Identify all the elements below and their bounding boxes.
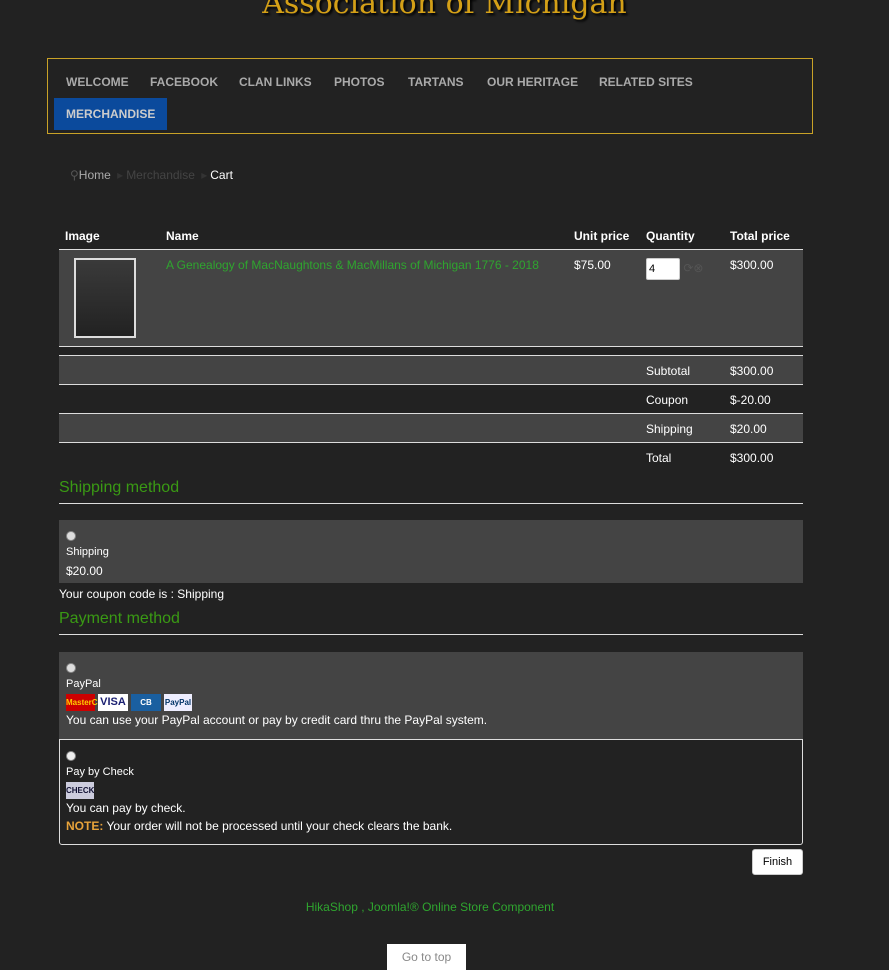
col-unit-price: Unit price <box>574 228 630 243</box>
nav-clan-links[interactable]: CLAN LINKS <box>239 75 312 89</box>
coupon-note: Your coupon code is : Shipping <box>59 587 225 601</box>
mastercard-icon: MasterCard <box>66 694 110 711</box>
coupon-row: Coupon $-20.00 <box>59 384 803 413</box>
cb-icon: CB <box>131 694 161 711</box>
col-total: Total price <box>730 228 790 243</box>
nav-welcome[interactable]: WELCOME <box>66 75 129 89</box>
shipping-radio[interactable] <box>66 531 76 541</box>
breadcrumb-merchandise[interactable]: Merchandise <box>126 168 195 182</box>
subtotal-row: Subtotal $300.00 <box>59 355 803 384</box>
remove-icon[interactable]: ⊗ <box>693 261 703 275</box>
label: Shipping <box>646 422 693 436</box>
payment-method-heading: Payment method <box>59 610 803 635</box>
shipping-row: Shipping $20.00 <box>59 413 803 442</box>
unit-price: $75.00 <box>574 258 611 272</box>
check-icon: CHECK <box>66 782 94 799</box>
go-to-top-button[interactable]: Go to top <box>387 944 466 970</box>
label: Total <box>646 451 672 465</box>
total-price: $300.00 <box>730 258 774 272</box>
shipping-label: Shipping <box>66 546 109 558</box>
footer-link[interactable]: HikaShop , Joomla!® Online Store Compone… <box>0 900 860 914</box>
col-name: Name <box>166 228 199 243</box>
refresh-icon[interactable]: ⟳ <box>683 261 693 275</box>
chevron-icon: ▸ <box>201 168 208 182</box>
finish-button[interactable]: Finish <box>752 849 803 875</box>
note-label: NOTE: <box>66 819 104 833</box>
product-image[interactable] <box>74 258 136 338</box>
paypal-label: PayPal <box>66 678 101 690</box>
col-quantity: Quantity <box>646 228 695 243</box>
nav-photos[interactable]: PHOTOS <box>334 75 384 89</box>
location-icon: ⚲ <box>70 168 79 182</box>
breadcrumb: ⚲Home ▸ Merchandise ▸ Cart <box>70 168 233 182</box>
col-image: Image <box>65 228 100 243</box>
nav-merchandise[interactable]: MERCHANDISE <box>54 98 168 130</box>
main-nav: WELCOME FACEBOOK CLAN LINKS PHOTOS TARTA… <box>47 58 813 134</box>
label: Coupon <box>646 393 689 407</box>
shipping-method-heading: Shipping method <box>59 479 803 504</box>
shipping-price: $20.00 <box>66 564 103 578</box>
visa-icon: VISA <box>98 694 128 711</box>
value: $20.00 <box>730 422 767 436</box>
product-link[interactable]: A Genealogy of MacNaughtons & MacMillans… <box>166 258 539 272</box>
table-row: A Genealogy of MacNaughtons & MacMillans… <box>59 249 803 347</box>
nav-tartans[interactable]: TARTANS <box>408 75 464 89</box>
value: $-20.00 <box>730 393 771 407</box>
payment-option-paypal[interactable]: PayPal MasterCardVISA CB PayPal You can us… <box>59 652 803 739</box>
cart-table: Image Name Unit price Quantity Total price A… <box>59 222 803 347</box>
breadcrumb-current: Cart <box>210 168 233 182</box>
nav-facebook[interactable]: FACEBOOK <box>150 75 218 89</box>
paypal-icon: PayPal <box>164 694 192 711</box>
check-radio[interactable] <box>66 751 76 761</box>
check-desc: You can pay by check. <box>66 801 186 815</box>
nav-our-heritage[interactable]: OUR HERITAGE <box>487 75 578 89</box>
site-banner: Association of Michigan <box>262 0 627 21</box>
note-text: Your order will not be processed until y… <box>103 819 453 833</box>
value: $300.00 <box>730 451 774 465</box>
shipping-option[interactable]: Shipping $20.00 <box>59 520 803 583</box>
check-label: Pay by Check <box>66 766 134 778</box>
payment-option-check[interactable]: Pay by Check CHECK You can pay by check.… <box>59 739 803 845</box>
quantity-input[interactable] <box>646 258 680 280</box>
paypal-radio[interactable] <box>66 663 76 673</box>
total-row: Total $300.00 <box>59 442 803 471</box>
value: $300.00 <box>730 364 774 378</box>
breadcrumb-home[interactable]: Home <box>79 168 111 182</box>
nav-related-sites[interactable]: RELATED SITES <box>599 75 693 89</box>
chevron-icon: ▸ <box>117 168 124 182</box>
paypal-desc: You can use your PayPal account or pay b… <box>66 713 488 727</box>
label: Subtotal <box>646 364 691 378</box>
